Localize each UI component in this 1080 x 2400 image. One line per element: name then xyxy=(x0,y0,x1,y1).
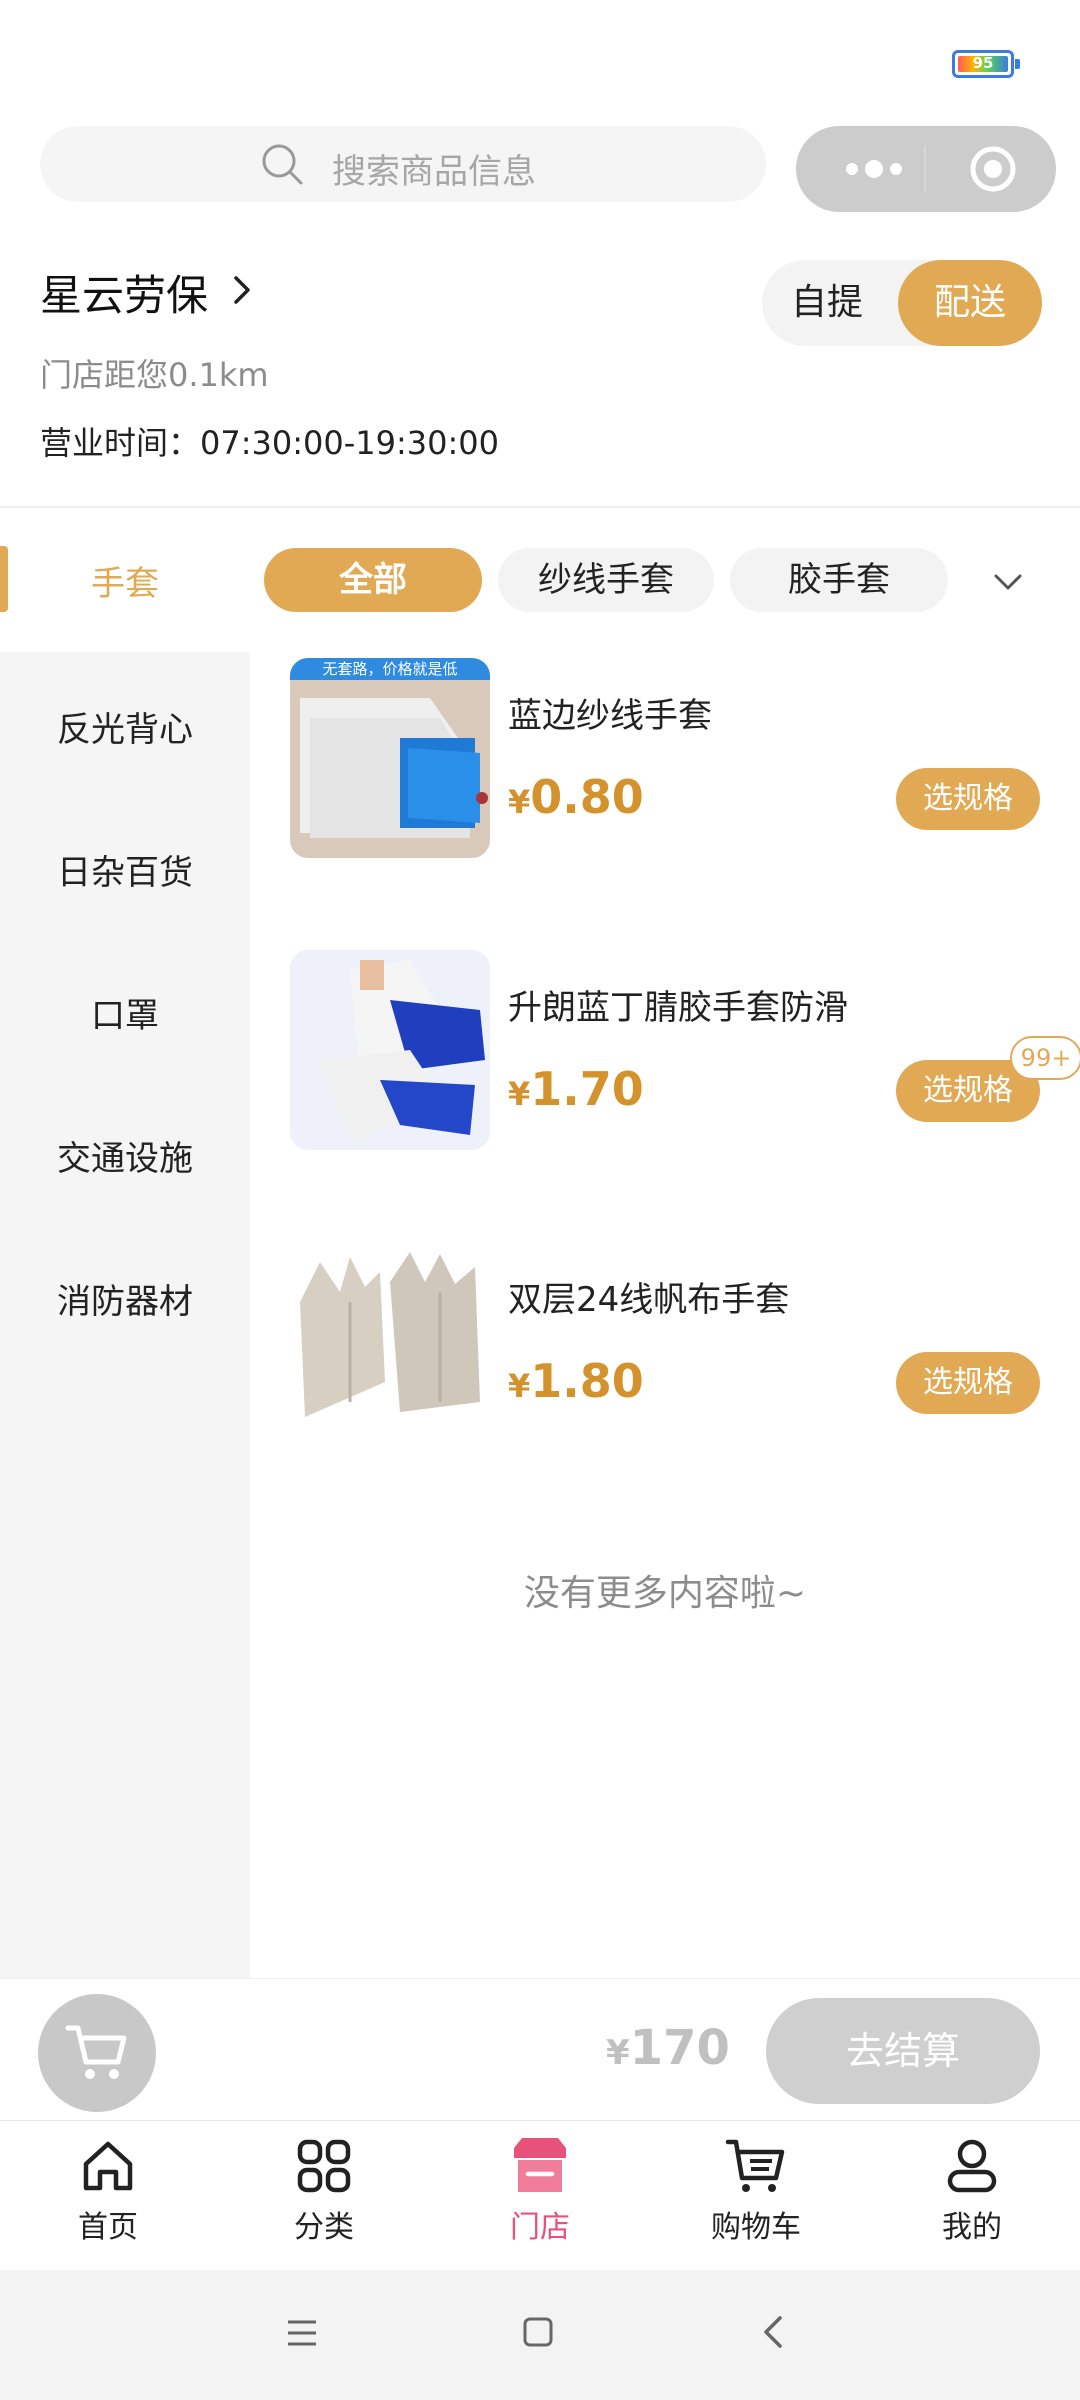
miniapp-capsule xyxy=(796,126,1056,212)
checkout-button[interactable]: 去结算 xyxy=(766,1998,1040,2104)
product-image[interactable] xyxy=(290,1242,490,1442)
delivery-mode-toggle: 自提 配送 xyxy=(762,260,1042,346)
tab-store[interactable]: 门店 xyxy=(470,2134,610,2246)
shopping-cart-icon xyxy=(725,2139,785,2192)
filter-chip-all[interactable]: 全部 xyxy=(264,548,482,612)
end-of-list-text: 没有更多内容啦~ xyxy=(523,1573,807,1614)
tab-label: 首页 xyxy=(78,2210,138,2245)
product-price: ¥1.70 xyxy=(508,1062,644,1116)
battery-indicator: 95 xyxy=(952,50,1020,78)
pickup-option[interactable]: 自提 xyxy=(762,260,892,346)
product-image-banner: 无套路，价格就是低 xyxy=(322,660,457,678)
tab-label: 购物车 xyxy=(711,2210,801,2245)
sidebar-item-active[interactable]: 手套 xyxy=(20,556,230,605)
active-category-indicator xyxy=(0,546,8,612)
product-image[interactable] xyxy=(290,950,490,1150)
search-input[interactable]: 搜索商品信息 xyxy=(40,126,766,202)
select-spec-button[interactable]: 选规格 xyxy=(896,768,1040,830)
product-name[interactable]: 升朗蓝丁腈胶手套防滑 xyxy=(508,980,848,1029)
store-name[interactable]: 星云劳保 xyxy=(40,262,208,323)
grid-icon xyxy=(297,2139,351,2193)
chevron-right-icon[interactable] xyxy=(228,270,258,310)
sidebar-item-masks[interactable]: 口罩 xyxy=(0,988,250,1037)
search-icon xyxy=(262,144,303,185)
cart-button[interactable] xyxy=(38,1994,156,2112)
category-sidebar: 反光背心 日杂百货 口罩 交通设施 消防器材 xyxy=(0,652,250,1978)
sidebar-item-traffic[interactable]: 交通设施 xyxy=(0,1131,250,1180)
user-icon xyxy=(947,2139,997,2193)
cart-total: ¥170 xyxy=(606,2020,730,2076)
sidebar-item-reflective-vest[interactable]: 反光背心 xyxy=(0,702,250,751)
tab-label: 我的 xyxy=(942,2210,1002,2245)
home-icon xyxy=(83,2141,133,2191)
tab-cart[interactable]: 购物车 xyxy=(686,2134,826,2246)
menu-icon[interactable] xyxy=(286,2318,318,2348)
cart-count-badge: 99+ xyxy=(1010,1036,1080,1080)
product-name[interactable]: 双层24线帆布手套 xyxy=(508,1272,789,1321)
tab-profile[interactable]: 我的 xyxy=(902,2134,1042,2246)
tab-label: 分类 xyxy=(294,2210,354,2245)
divider xyxy=(0,506,1080,508)
tab-home[interactable]: 首页 xyxy=(38,2134,178,2246)
home-square-icon[interactable] xyxy=(522,2316,554,2348)
search-placeholder: 搜索商品信息 xyxy=(332,152,536,192)
store-distance: 门店距您0.1km xyxy=(40,356,269,394)
close-miniapp-icon[interactable] xyxy=(968,144,1018,194)
sidebar-item-daily-goods[interactable]: 日杂百货 xyxy=(0,845,250,894)
filter-chip-yarn-gloves[interactable]: 纱线手套 xyxy=(498,548,714,612)
tab-label: 门店 xyxy=(510,2210,570,2245)
system-nav-bar xyxy=(0,2270,1080,2400)
product-price: ¥0.80 xyxy=(508,770,644,824)
sidebar-item-fire[interactable]: 消防器材 xyxy=(0,1274,250,1323)
back-icon[interactable] xyxy=(760,2314,786,2350)
delivery-option[interactable]: 配送 xyxy=(898,260,1042,346)
tab-category[interactable]: 分类 xyxy=(254,2134,394,2246)
product-image[interactable]: 无套路，价格就是低 xyxy=(290,658,490,858)
filter-chip-rubber-gloves[interactable]: 胶手套 xyxy=(730,548,948,612)
store-icon xyxy=(514,2138,566,2192)
business-hours: 营业时间：07:30:00-19:30:00 xyxy=(40,424,499,462)
battery-level: 95 xyxy=(972,54,994,72)
cart-icon xyxy=(65,2025,127,2079)
product-name[interactable]: 蓝边纱线手套 xyxy=(508,688,712,737)
chevron-down-icon[interactable] xyxy=(988,562,1028,602)
select-spec-button[interactable]: 选规格 xyxy=(896,1352,1040,1414)
product-price: ¥1.80 xyxy=(508,1354,644,1408)
